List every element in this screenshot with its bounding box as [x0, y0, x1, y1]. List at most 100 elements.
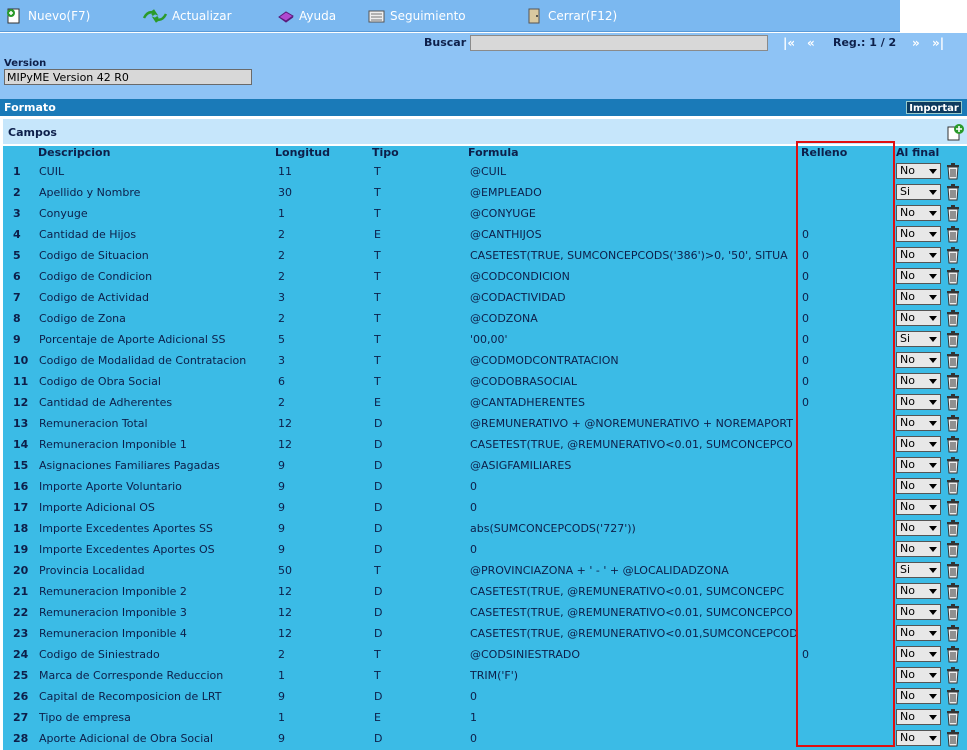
alfinal-select[interactable]: No	[896, 268, 941, 284]
alfinal-select[interactable]: No	[896, 289, 941, 305]
descripcion-cell[interactable]: Remuneracion Imponible 4	[39, 627, 269, 640]
alfinal-select[interactable]: No	[896, 688, 941, 704]
trash-icon[interactable]	[945, 603, 961, 621]
trash-icon[interactable]	[945, 645, 961, 663]
tipo-cell[interactable]: T	[374, 249, 464, 262]
longitud-cell[interactable]: 9	[278, 459, 368, 472]
tipo-cell[interactable]: T	[374, 165, 464, 178]
seguimiento-button[interactable]: Seguimiento	[368, 8, 466, 24]
descripcion-cell[interactable]: Marca de Corresponde Reduccion	[39, 669, 269, 682]
formula-cell[interactable]: @CODCONDICION	[470, 270, 796, 283]
tipo-cell[interactable]: T	[374, 375, 464, 388]
search-input[interactable]	[470, 35, 768, 51]
tipo-cell[interactable]: T	[374, 312, 464, 325]
relleno-cell[interactable]: 0	[802, 375, 892, 388]
alfinal-select[interactable]: No	[896, 541, 941, 557]
descripcion-cell[interactable]: Codigo de Obra Social	[39, 375, 269, 388]
descripcion-cell[interactable]: Remuneracion Imponible 2	[39, 585, 269, 598]
formula-cell[interactable]: 0	[470, 501, 796, 514]
descripcion-cell[interactable]: Codigo de Situacion	[39, 249, 269, 262]
descripcion-cell[interactable]: Codigo de Modalidad de Contratacion	[39, 354, 269, 367]
tipo-cell[interactable]: T	[374, 207, 464, 220]
formula-cell[interactable]: @CANTHIJOS	[470, 228, 796, 241]
trash-icon[interactable]	[945, 498, 961, 516]
tipo-cell[interactable]: E	[374, 711, 464, 724]
formula-cell[interactable]: CASETEST(TRUE, SUMCONCEPCODS('386')>0, '…	[470, 249, 796, 262]
descripcion-cell[interactable]: Porcentaje de Aporte Adicional SS	[39, 333, 269, 346]
descripcion-cell[interactable]: Importe Excedentes Aportes SS	[39, 522, 269, 535]
descripcion-cell[interactable]: Importe Excedentes Aportes OS	[39, 543, 269, 556]
trash-icon[interactable]	[945, 372, 961, 390]
tipo-cell[interactable]: E	[374, 228, 464, 241]
alfinal-select[interactable]: No	[896, 457, 941, 473]
trash-icon[interactable]	[945, 435, 961, 453]
alfinal-select[interactable]: No	[896, 352, 941, 368]
longitud-cell[interactable]: 50	[278, 564, 368, 577]
longitud-cell[interactable]: 9	[278, 543, 368, 556]
tipo-cell[interactable]: T	[374, 669, 464, 682]
alfinal-select[interactable]: No	[896, 373, 941, 389]
longitud-cell[interactable]: 3	[278, 291, 368, 304]
descripcion-cell[interactable]: Codigo de Condicion	[39, 270, 269, 283]
tipo-cell[interactable]: D	[374, 732, 464, 745]
longitud-cell[interactable]: 1	[278, 711, 368, 724]
alfinal-select[interactable]: No	[896, 625, 941, 641]
descripcion-cell[interactable]: Importe Adicional OS	[39, 501, 269, 514]
relleno-cell[interactable]: 0	[802, 228, 892, 241]
formula-cell[interactable]: CASETEST(TRUE, @REMUNERATIVO<0.01, SUMCO…	[470, 585, 796, 598]
tipo-cell[interactable]: D	[374, 438, 464, 451]
alfinal-select[interactable]: Si	[896, 562, 941, 578]
alfinal-select[interactable]: No	[896, 709, 941, 725]
tipo-cell[interactable]: D	[374, 522, 464, 535]
formula-cell[interactable]: @PROVINCIAZONA + ' - ' + @LOCALIDADZONA	[470, 564, 796, 577]
formula-cell[interactable]: @CANTADHERENTES	[470, 396, 796, 409]
formula-cell[interactable]: @CODSINIESTRADO	[470, 648, 796, 661]
actualizar-button[interactable]: Actualizar	[142, 8, 232, 24]
descripcion-cell[interactable]: CUIL	[39, 165, 269, 178]
longitud-cell[interactable]: 12	[278, 417, 368, 430]
longitud-cell[interactable]: 5	[278, 333, 368, 346]
formula-cell[interactable]: CASETEST(TRUE, @REMUNERATIVO<0.01, SUMCO…	[470, 606, 796, 619]
longitud-cell[interactable]: 9	[278, 480, 368, 493]
formula-cell[interactable]: @ASIGFAMILIARES	[470, 459, 796, 472]
trash-icon[interactable]	[945, 309, 961, 327]
trash-icon[interactable]	[945, 561, 961, 579]
alfinal-select[interactable]: No	[896, 310, 941, 326]
tipo-cell[interactable]: T	[374, 186, 464, 199]
relleno-cell[interactable]: 0	[802, 333, 892, 346]
alfinal-select[interactable]: No	[896, 394, 941, 410]
tipo-cell[interactable]: D	[374, 606, 464, 619]
formula-cell[interactable]: @CODMODCONTRATACION	[470, 354, 796, 367]
next-page-button[interactable]: »	[912, 36, 920, 50]
trash-icon[interactable]	[945, 183, 961, 201]
tipo-cell[interactable]: D	[374, 417, 464, 430]
formula-cell[interactable]: 0	[470, 690, 796, 703]
longitud-cell[interactable]: 12	[278, 438, 368, 451]
trash-icon[interactable]	[945, 162, 961, 180]
longitud-cell[interactable]: 9	[278, 732, 368, 745]
trash-icon[interactable]	[945, 729, 961, 747]
descripcion-cell[interactable]: Codigo de Zona	[39, 312, 269, 325]
trash-icon[interactable]	[945, 624, 961, 642]
trash-icon[interactable]	[945, 351, 961, 369]
descripcion-cell[interactable]: Remuneracion Total	[39, 417, 269, 430]
relleno-cell[interactable]: 0	[802, 291, 892, 304]
tipo-cell[interactable]: D	[374, 480, 464, 493]
formula-cell[interactable]: abs(SUMCONCEPCODS('727'))	[470, 522, 796, 535]
nuevo-button[interactable]: Nuevo(F7)	[6, 8, 90, 24]
last-page-button[interactable]: »|	[932, 36, 944, 50]
tipo-cell[interactable]: D	[374, 627, 464, 640]
longitud-cell[interactable]: 6	[278, 375, 368, 388]
descripcion-cell[interactable]: Asignaciones Familiares Pagadas	[39, 459, 269, 472]
tipo-cell[interactable]: T	[374, 333, 464, 346]
trash-icon[interactable]	[945, 330, 961, 348]
alfinal-select[interactable]: Si	[896, 184, 941, 200]
tipo-cell[interactable]: T	[374, 648, 464, 661]
descripcion-cell[interactable]: Codigo de Actividad	[39, 291, 269, 304]
add-field-icon[interactable]	[947, 123, 965, 141]
longitud-cell[interactable]: 2	[278, 228, 368, 241]
formula-cell[interactable]: @CODOBRASOCIAL	[470, 375, 796, 388]
formula-cell[interactable]: 1	[470, 711, 796, 724]
trash-icon[interactable]	[945, 708, 961, 726]
longitud-cell[interactable]: 2	[278, 249, 368, 262]
